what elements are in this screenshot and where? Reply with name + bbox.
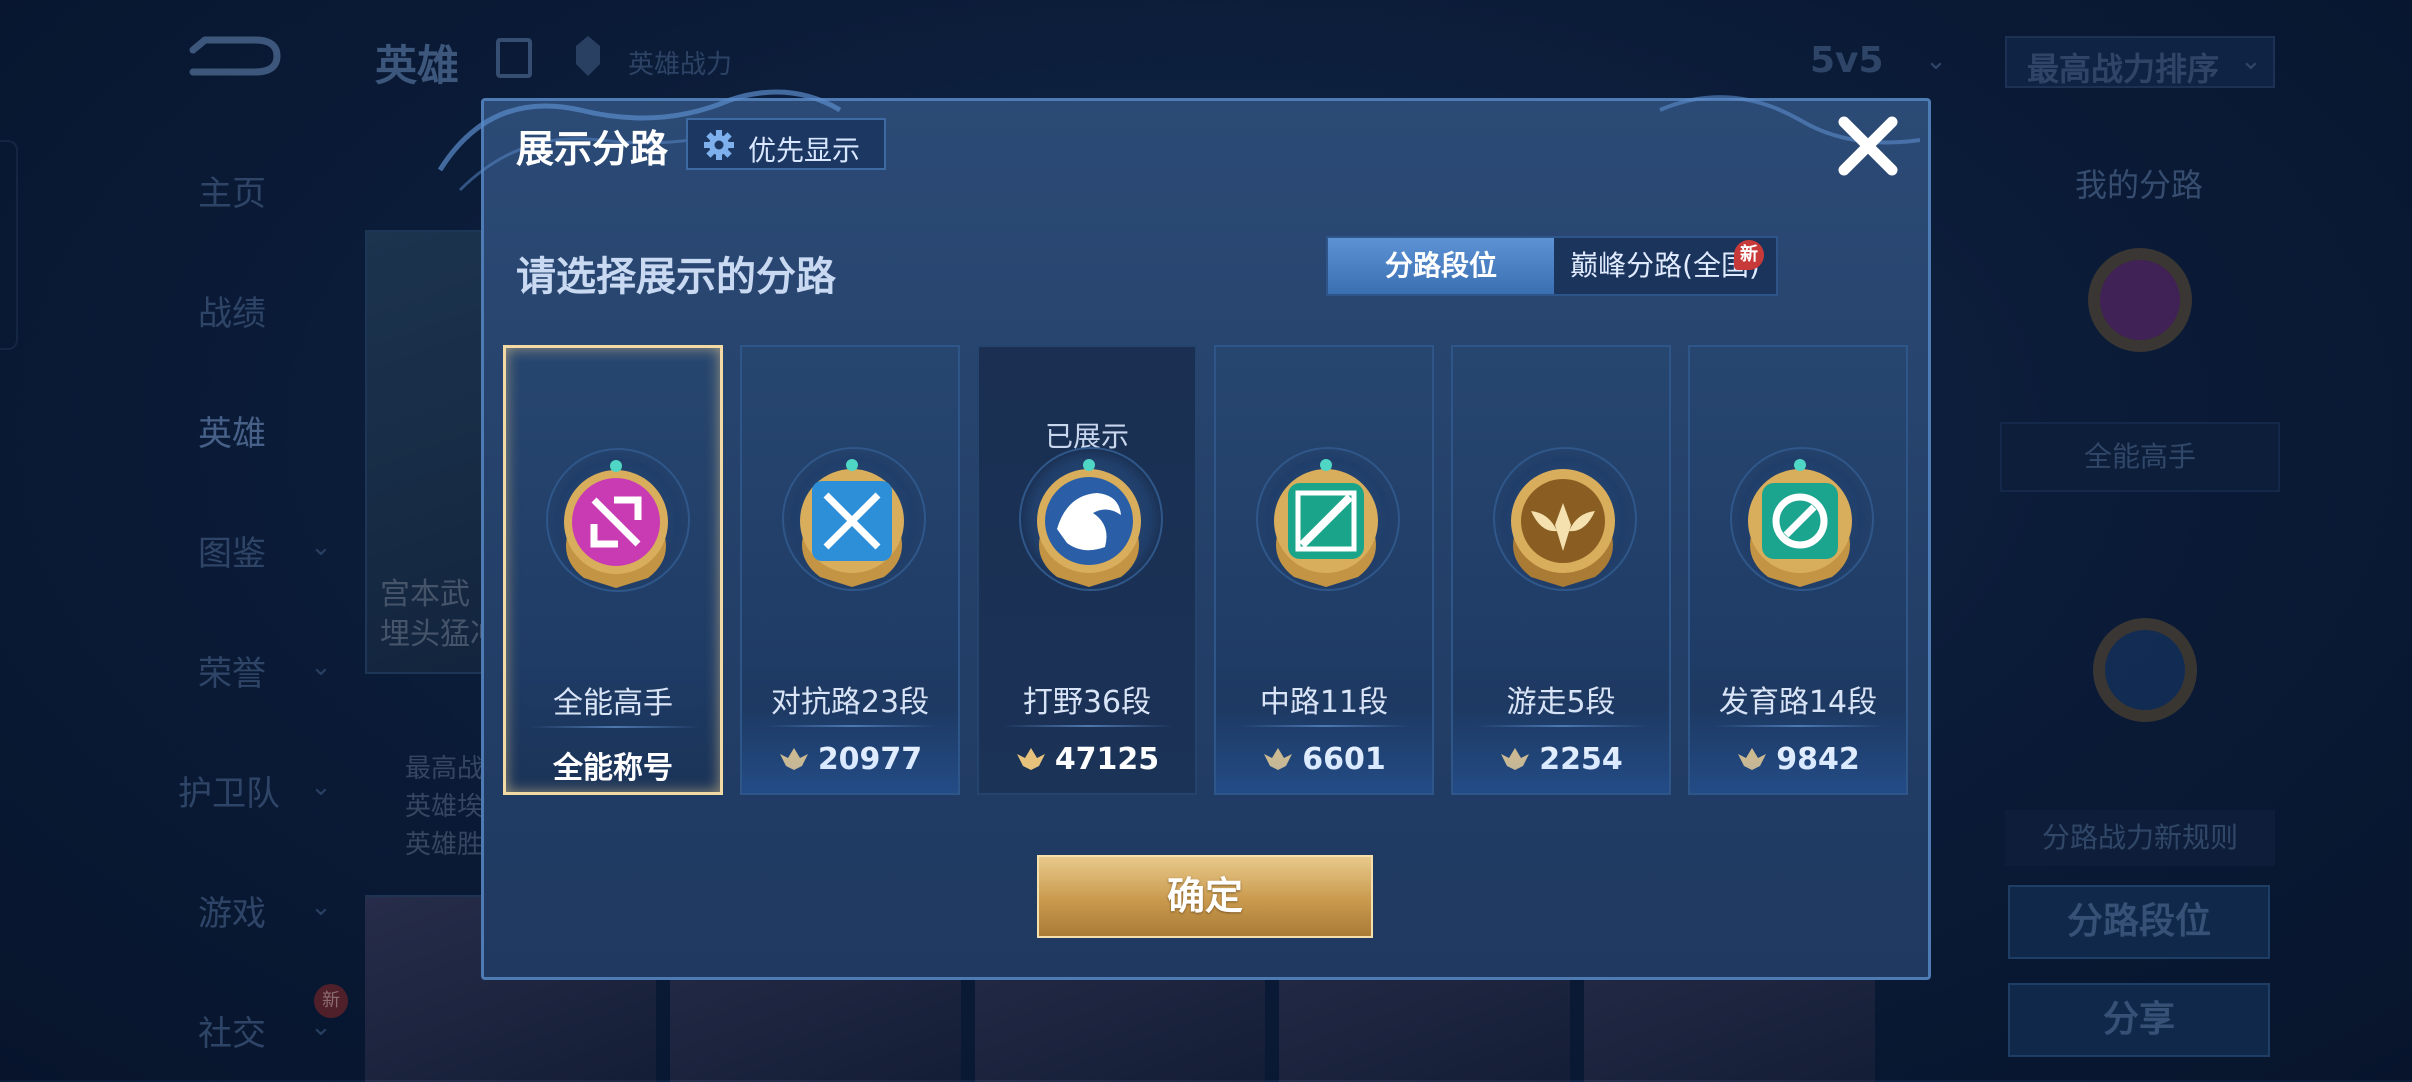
lane-card-list: 全能高手 全能称号 对抗路23段 20977 已展示 打野36段 47125 bbox=[503, 345, 1909, 795]
allround-emblem-icon bbox=[564, 460, 668, 588]
lane-card-value: 47125 bbox=[979, 742, 1195, 777]
confirm-button[interactable]: 确定 bbox=[1037, 855, 1373, 938]
divider bbox=[530, 726, 700, 728]
farm-lane-emblem-icon bbox=[1748, 459, 1852, 587]
priority-display-label: 优先显示 bbox=[748, 134, 861, 167]
lane-card-roam[interactable]: 游走5段 2254 bbox=[1451, 345, 1671, 795]
lane-card-allround[interactable]: 全能高手 全能称号 bbox=[503, 345, 723, 795]
clash-lane-emblem-icon bbox=[800, 459, 904, 587]
priority-display-button[interactable]: 优先显示 bbox=[686, 118, 886, 170]
new-badge: 新 bbox=[1734, 240, 1764, 270]
lane-tabs: 分路段位 巅峰分路(全国) bbox=[1326, 236, 1778, 296]
card-glow bbox=[742, 703, 958, 793]
modal-title: 展示分路 bbox=[516, 127, 669, 171]
lane-card-jungle[interactable]: 已展示 打野36段 47125 bbox=[977, 345, 1197, 795]
lane-card-name: 全能高手 bbox=[553, 686, 673, 721]
card-glow bbox=[1690, 703, 1906, 793]
card-glow bbox=[1453, 703, 1669, 793]
lane-card-clash[interactable]: 对抗路23段 20977 bbox=[740, 345, 960, 795]
divider bbox=[1003, 725, 1173, 727]
jungle-emblem-icon bbox=[1037, 459, 1141, 587]
card-glow bbox=[1216, 703, 1432, 793]
select-lane-prompt: 请选择展示的分路 bbox=[516, 254, 836, 300]
gear-icon bbox=[704, 130, 734, 160]
roam-emblem-icon bbox=[1511, 469, 1615, 587]
tab-lane-rank[interactable]: 分路段位 bbox=[1328, 238, 1554, 294]
lane-card-mid[interactable]: 中路11段 6601 bbox=[1214, 345, 1434, 795]
power-wing-icon bbox=[1016, 748, 1045, 770]
close-icon[interactable] bbox=[1830, 108, 1906, 184]
lane-card-farm[interactable]: 发育路14段 9842 bbox=[1688, 345, 1908, 795]
lane-card-value: 全能称号 bbox=[553, 751, 673, 786]
lane-card-name: 打野36段 bbox=[1022, 685, 1152, 720]
mid-lane-emblem-icon bbox=[1274, 459, 1378, 587]
